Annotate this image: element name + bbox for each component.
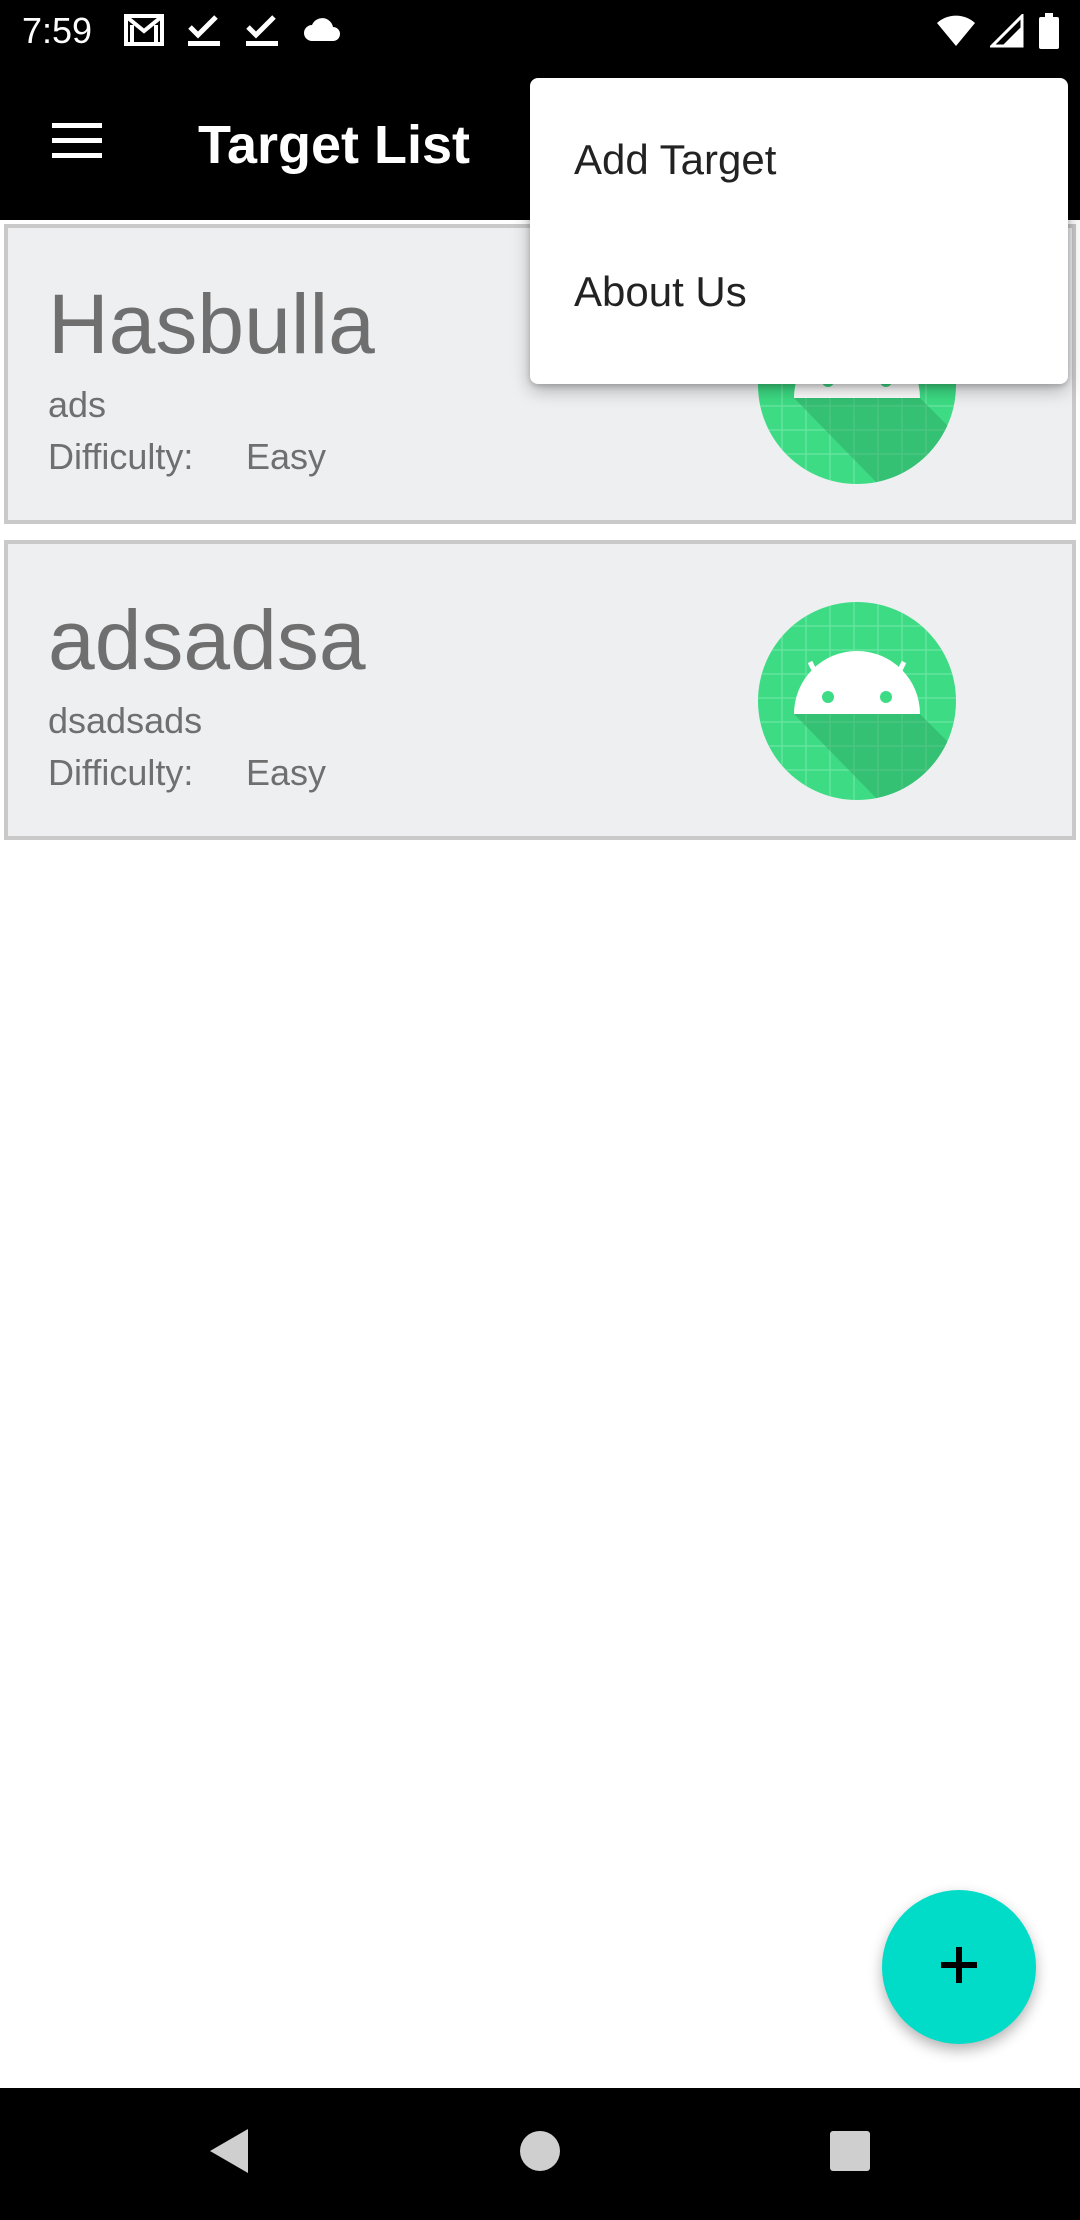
home-icon [519,2130,561,2177]
recents-button[interactable] [810,2118,890,2188]
overflow-menu: Add Target About Us [530,78,1068,384]
hamburger-menu-icon [50,121,104,166]
difficulty-label: Difficulty: [48,752,194,793]
status-time: 7:59 [22,10,93,51]
target-card[interactable]: adsadsa dsadsads Difficulty: Easy [4,540,1076,840]
difficulty-value: Easy [246,436,327,477]
plus-icon [939,1945,979,1990]
target-description: dsadsads [48,700,203,741]
menu-item-label: About Us [574,268,747,315]
target-name: Hasbulla [48,277,375,371]
add-target-fab[interactable] [882,1890,1036,2044]
cloud-icon [302,15,342,50]
back-button[interactable] [190,2118,270,2188]
target-description: ads [48,384,107,425]
navigation-bar [0,2088,1080,2220]
hamburger-menu-button[interactable] [40,112,114,174]
target-name: adsadsa [48,593,366,687]
back-icon [208,2127,252,2180]
menu-item-label: Add Target [574,136,777,183]
difficulty-value: Easy [246,752,327,793]
check-icon [244,13,280,52]
wifi-icon [936,14,976,53]
notification-icons [124,13,342,52]
system-icons [936,12,1060,54]
signal-icon [988,12,1024,53]
page-title: Target List [198,115,471,175]
menu-item-about-us[interactable]: About Us [530,226,1068,358]
status-bar: 7:59 [0,0,1080,66]
android-avatar-icon [758,602,956,800]
battery-icon [1038,13,1060,54]
recents-icon [829,2130,871,2177]
home-button[interactable] [500,2118,580,2188]
check-icon [186,13,222,52]
menu-item-add-target[interactable]: Add Target [530,94,1068,226]
gmail-icon [124,13,164,52]
difficulty-label: Difficulty: [48,436,194,477]
